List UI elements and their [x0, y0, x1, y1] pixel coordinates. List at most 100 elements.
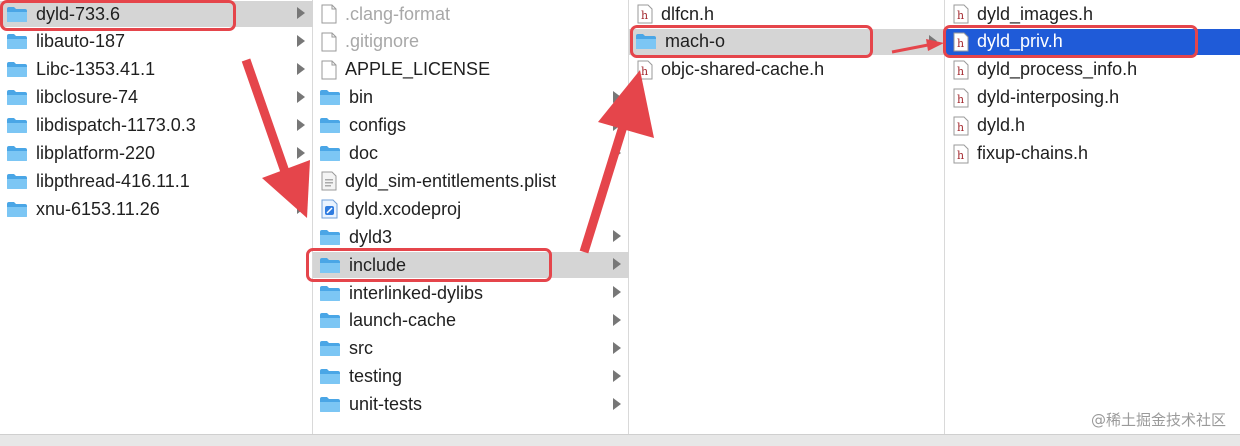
item-label: dlfcn.h [661, 3, 715, 24]
chevron-right-icon [297, 34, 305, 47]
item-label: dyld-733.6 [36, 3, 121, 24]
list-item-doc[interactable]: doc [313, 141, 629, 167]
column-4: h dyld_images.h h dyld_priv.h h dyld_process_… [945, 0, 1240, 446]
chevron-right-icon [613, 286, 621, 298]
item-label: dyld.xcodeproj [345, 198, 462, 219]
folder-icon [6, 6, 28, 23]
watermark-text: @稀土掘金技术社区 [1090, 411, 1226, 429]
folder-icon [319, 229, 341, 246]
svg-text:h: h [957, 149, 964, 162]
item-label: bin [349, 87, 374, 108]
item-label: include [349, 254, 407, 275]
list-item-dyld-images-h[interactable]: h dyld_images.h [945, 1, 1240, 27]
item-label: fixup-chains.h [977, 143, 1089, 163]
folder-icon [6, 145, 28, 162]
item-label: libauto-187 [36, 31, 126, 52]
item-label: interlinked-dylibs [349, 282, 484, 303]
item-label: launch-cache [349, 310, 457, 331]
svg-text:h: h [957, 93, 964, 106]
chevron-right-icon [613, 230, 621, 243]
list-item-libc-1353-41-1[interactable]: Libc-1353.41.1 [0, 57, 313, 83]
list-item-dyld-h[interactable]: h dyld.h [945, 113, 1240, 139]
chevron-right-icon [297, 202, 305, 215]
svg-text:h: h [957, 9, 964, 22]
folder-icon [319, 368, 341, 385]
item-label: src [349, 338, 373, 359]
chevron-right-icon [613, 341, 621, 354]
status-strip [0, 434, 1240, 446]
list-item-libauto-187[interactable]: libauto-187 [0, 29, 313, 55]
column-1: dyld-733.6 libauto-187 Libc-1353.41.1 libcl… [0, 0, 313, 446]
list-item-dlfcn-h[interactable]: h dlfcn.h [629, 1, 945, 27]
chevron-right-icon [613, 258, 621, 271]
folder-icon [319, 257, 341, 274]
folder-icon [319, 285, 341, 302]
chevron-right-icon [613, 369, 621, 382]
list-item-dyld-sim-entitlements-plist[interactable]: dyld_sim-entitlements.plist [313, 168, 629, 194]
item-label: xnu-6153.11.26 [36, 198, 160, 219]
list-item-libclosure-74[interactable]: libclosure-74 [0, 85, 313, 111]
file-icon [321, 32, 337, 52]
plist-file-icon [321, 171, 337, 191]
list-item-include[interactable]: include [313, 252, 629, 279]
list-item-apple-license[interactable]: APPLE_LICENSE [313, 57, 629, 83]
svg-text:h: h [641, 65, 648, 78]
chevron-right-icon [297, 7, 305, 19]
header-file-icon: h [953, 32, 969, 52]
chevron-right-icon [613, 90, 621, 103]
folder-icon [6, 201, 28, 218]
item-label: dyld_priv.h [977, 31, 1063, 52]
folder-icon [319, 340, 341, 357]
item-label: libclosure-74 [36, 87, 139, 108]
item-label: dyld-interposing.h [977, 87, 1120, 108]
folder-icon [6, 89, 28, 106]
list-item-dyld3[interactable]: dyld3 [313, 224, 629, 250]
list-item-unit-tests[interactable]: unit-tests [313, 392, 629, 418]
column-2: .clang-format .gitignore APPLE_LICENSEbin c… [313, 0, 629, 446]
item-label: objc-shared-cache.h [661, 59, 825, 80]
list-item-libplatform-220[interactable]: libplatform-220 [0, 141, 313, 167]
list-item-configs[interactable]: configs [313, 113, 629, 139]
chevron-right-icon [297, 146, 305, 159]
svg-text:h: h [957, 65, 964, 78]
chevron-right-icon [297, 62, 305, 75]
item-label: mach-o [665, 31, 726, 52]
item-label: libplatform-220 [36, 143, 156, 163]
list-item-libdispatch-1173-0-3[interactable]: libdispatch-1173.0.3 [0, 113, 313, 139]
list-item-launch-cache[interactable]: launch-cache [313, 308, 629, 334]
list-item-fixup-chains-h[interactable]: h fixup-chains.h [945, 141, 1240, 167]
list-item-dyld-xcodeproj[interactable]: dyld.xcodeproj [313, 196, 629, 222]
item-label: configs [349, 115, 407, 136]
list-item-libpthread-416-11-1[interactable]: libpthread-416.11.1 [0, 168, 313, 194]
folder-icon [319, 312, 341, 329]
folder-icon [319, 89, 341, 106]
list-item-src[interactable]: src [313, 336, 629, 362]
list-item-dyld-733-6[interactable]: dyld-733.6 [0, 1, 313, 27]
chevron-right-icon [613, 118, 621, 131]
column-3: h dlfcn.h mach-o h objc-shared-cache.h [629, 0, 945, 446]
finder-column-browser: dyld-733.6 libauto-187 Libc-1353.41.1 libcl… [0, 0, 1240, 446]
list-item-dyld-process-info-h[interactable]: h dyld_process_info.h [945, 57, 1240, 83]
list-item-dyld-interposing-h[interactable]: h dyld-interposing.h [945, 85, 1240, 111]
list-item-mach-o[interactable]: mach-o [629, 28, 945, 55]
list-item-clang-format[interactable]: .clang-format [313, 1, 629, 27]
chevron-right-icon [297, 118, 305, 131]
folder-icon [6, 61, 28, 78]
chevron-right-icon [929, 34, 937, 47]
list-item-testing[interactable]: testing [313, 364, 629, 390]
list-item-interlinked-dylibs[interactable]: interlinked-dylibs [313, 280, 629, 306]
header-file-icon: h [953, 60, 969, 80]
chevron-right-icon [613, 313, 621, 326]
folder-icon [6, 33, 28, 50]
list-item-objc-shared-cache-h[interactable]: h objc-shared-cache.h [629, 57, 945, 83]
list-item-xnu-6153-11-26[interactable]: xnu-6153.11.26 [0, 196, 313, 222]
folder-icon [319, 145, 341, 162]
item-label: testing [349, 366, 403, 387]
header-file-icon: h [953, 116, 969, 136]
item-label: doc [349, 143, 379, 163]
folder-icon [635, 33, 657, 50]
item-label: .clang-format [345, 3, 451, 24]
list-item-dyld-priv-h[interactable]: h dyld_priv.h [945, 28, 1240, 55]
list-item-gitignore[interactable]: .gitignore [313, 29, 629, 55]
list-item-bin[interactable]: bin [313, 85, 629, 111]
